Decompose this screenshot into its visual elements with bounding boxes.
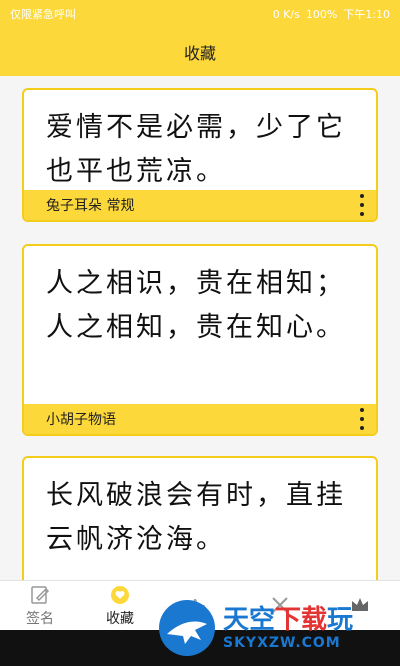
battery-level: 100% [305, 7, 338, 21]
site-watermark: 天空下载玩 SKYXZW.COM [155, 590, 400, 666]
status-bar: 仅限紧急呼叫 0 K/s 100% 下午1:10 [0, 0, 400, 28]
font-name-label: 小胡子物语 [46, 412, 116, 428]
cloud-plane-logo-icon [159, 600, 215, 656]
tab-label: 签名 [26, 610, 54, 627]
card-footer: 小胡子物语 [24, 404, 376, 434]
more-menu-icon[interactable] [358, 194, 366, 216]
favorite-card[interactable]: 人之相识，贵在相知；人之相知，贵在知心。 小胡子物语 [22, 244, 378, 436]
card-text: 长风破浪会有时，直挂云帆济沧海。 [46, 480, 346, 555]
favorites-list: 爱情不是必需，少了它也平也荒凉。 兔子耳朵 常规 人之相识，贵在相知；人之相知，… [0, 76, 400, 580]
more-menu-icon[interactable] [358, 408, 366, 430]
edit-icon [31, 585, 50, 604]
card-text: 人之相识，贵在相知；人之相知，贵在知心。 [46, 268, 346, 343]
network-speed: 0 K/s [272, 7, 300, 21]
card-text: 爱情不是必需，少了它也平也荒凉。 [46, 112, 346, 187]
favorite-card[interactable]: 爱情不是必需，少了它也平也荒凉。 兔子耳朵 常规 [22, 88, 378, 222]
card-footer: 兔子耳朵 常规 [24, 190, 376, 220]
watermark-brand: 天空下载玩 [223, 605, 354, 635]
favorite-card[interactable]: 长风破浪会有时，直挂云帆济沧海。 [22, 456, 378, 580]
clock: 下午1:10 [343, 8, 390, 21]
page-title: 收藏 [0, 28, 400, 76]
tab-favorites[interactable]: 收藏 [80, 581, 160, 630]
heart-icon [111, 585, 129, 604]
tab-signature[interactable]: 签名 [0, 581, 80, 630]
tab-label: 收藏 [106, 610, 134, 627]
font-name-label: 兔子耳朵 常规 [46, 198, 135, 214]
carrier-status: 仅限紧急呼叫 [10, 8, 76, 21]
watermark-domain: SKYXZW.COM [223, 635, 341, 651]
